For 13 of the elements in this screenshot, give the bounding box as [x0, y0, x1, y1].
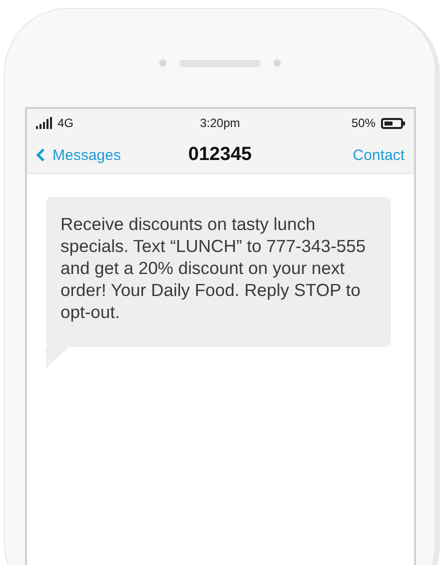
network-label: 4G	[58, 116, 74, 130]
sensor-icon	[273, 59, 281, 67]
conversation-title: 012345	[188, 144, 252, 166]
contact-link[interactable]: Contact	[352, 146, 404, 164]
clock-time: 3:20pm	[200, 116, 240, 130]
camera-icon	[159, 59, 167, 67]
back-chevron-icon	[36, 148, 44, 162]
message-bubble: Receive discounts on tasty lunch specials. Text “LUNCH” to 777-343-555 and get a 20% discount on your next order! Your Daily Food. Reply STOP to opt-out.	[46, 197, 390, 347]
battery-percent: 50%	[351, 116, 376, 130]
back-link[interactable]: Messages	[36, 146, 188, 164]
battery-icon	[380, 118, 404, 128]
signal-icon	[36, 117, 52, 129]
back-label: Messages	[52, 146, 121, 164]
